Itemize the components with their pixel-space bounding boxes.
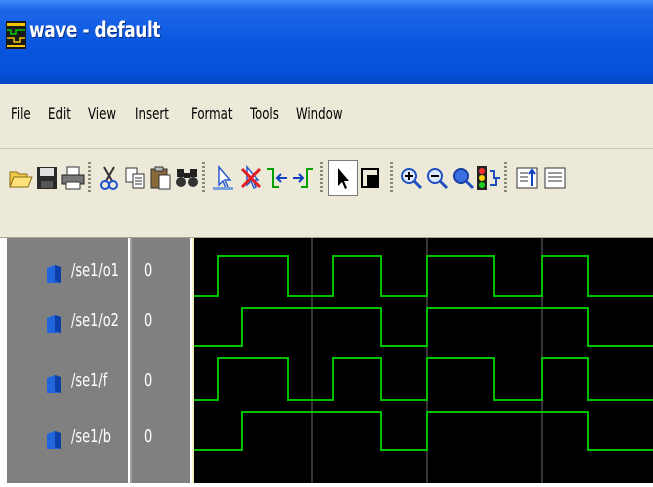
signal-name: /se1/b bbox=[71, 426, 111, 447]
waveform-o2 bbox=[194, 307, 653, 347]
signal-icon bbox=[47, 431, 61, 449]
menu-edit[interactable]: Edit bbox=[48, 104, 71, 123]
signal-icon bbox=[47, 375, 61, 393]
menu-window[interactable]: Window bbox=[296, 104, 343, 123]
print-icon[interactable] bbox=[58, 160, 88, 196]
signal-name: /se1/o1 bbox=[71, 260, 119, 281]
zoom-range-icon[interactable] bbox=[474, 160, 504, 196]
toolbar bbox=[0, 149, 653, 238]
signal-value: 0 bbox=[144, 260, 153, 281]
title-bar[interactable]: wave - default bbox=[0, 0, 653, 84]
next-transition-icon[interactable] bbox=[288, 160, 318, 196]
menu-format[interactable]: Format bbox=[191, 104, 233, 123]
menu-file[interactable]: File bbox=[11, 104, 31, 123]
signal-name-pane[interactable]: /se1/o1 /se1/o2 /se1/f /se1/b bbox=[0, 238, 128, 483]
signal-icon bbox=[47, 265, 61, 283]
signal-name: /se1/f bbox=[71, 370, 108, 391]
signal-value: 0 bbox=[144, 310, 153, 331]
signal-value-pane[interactable]: 0 0 0 0 bbox=[130, 238, 190, 483]
signal-value: 0 bbox=[144, 426, 153, 447]
expand-icon[interactable] bbox=[512, 160, 542, 196]
signal-value: 0 bbox=[144, 370, 153, 391]
zoom-mode-icon[interactable] bbox=[356, 160, 386, 196]
insert-cursor-icon[interactable] bbox=[208, 160, 238, 196]
menu-insert[interactable]: Insert bbox=[135, 104, 169, 123]
modelsim-wave-icon bbox=[6, 21, 26, 49]
window-title: wave - default bbox=[29, 18, 161, 42]
menu-bar: File Edit View Insert Format Tools Windo… bbox=[0, 84, 653, 149]
waveform-o1 bbox=[194, 255, 653, 297]
waveform-canvas[interactable] bbox=[194, 238, 653, 483]
menu-tools[interactable]: Tools bbox=[250, 104, 279, 123]
signal-name: /se1/o2 bbox=[71, 310, 119, 331]
signal-icon bbox=[47, 315, 61, 333]
waveform-b bbox=[194, 411, 653, 451]
waveform-f bbox=[194, 357, 653, 401]
menu-view[interactable]: View bbox=[88, 104, 116, 123]
select-mode-icon[interactable] bbox=[328, 160, 358, 196]
collapse-icon[interactable] bbox=[540, 160, 570, 196]
find-icon[interactable] bbox=[172, 160, 202, 196]
wave-window: /se1/o1 /se1/o2 /se1/f /se1/b 0 0 0 0 bbox=[0, 238, 653, 483]
